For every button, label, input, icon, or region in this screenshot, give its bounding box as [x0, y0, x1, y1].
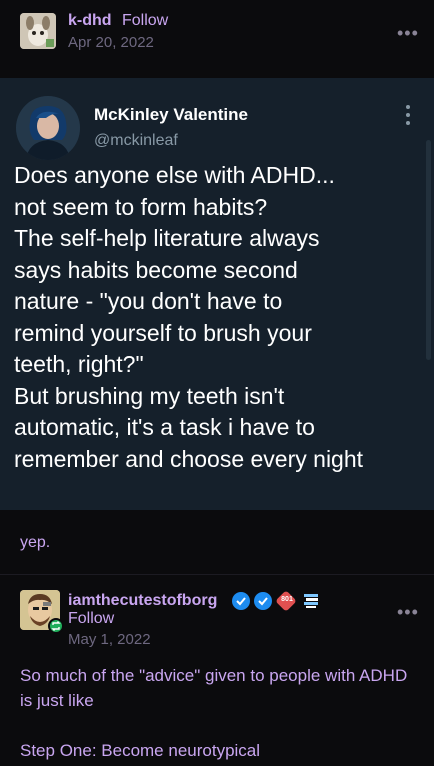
post-header: k-dhd Follow Apr 20, 2022 ••• [0, 0, 434, 78]
reblog-author-name[interactable]: iamthecutestofborg [68, 592, 217, 610]
tweet-line: says habits become second [14, 256, 298, 283]
reblog-paragraph: Step One: Become neurotypical [20, 741, 261, 760]
follow-button[interactable]: Follow [122, 12, 168, 30]
reblog-status-icon [48, 618, 64, 634]
shield-badge-label: 801 [281, 596, 293, 603]
tweet-avatar [16, 96, 80, 160]
reblog-follow-button[interactable]: Follow [68, 610, 114, 628]
tweet-line: remind yourself to brush your [14, 319, 312, 346]
tweet-author-handle: @mckinleaf [94, 132, 178, 149]
reblog-more-options-icon[interactable]: ••• [397, 603, 419, 621]
reblog-date[interactable]: May 1, 2022 [68, 631, 151, 648]
tweet-line: not seem to form habits? [14, 193, 268, 220]
author-name[interactable]: k-dhd [68, 12, 112, 30]
post-date[interactable]: Apr 20, 2022 [68, 34, 154, 51]
verified-badge-icon[interactable] [254, 592, 272, 610]
reblog-paragraph: So much of the "advice" given to people … [20, 666, 408, 710]
tweet-author-name: McKinley Valentine [94, 105, 248, 124]
tweet-line: But brushing my teeth isn't [14, 382, 285, 409]
divider [0, 574, 434, 575]
tweet-line: nature - "you don't have to [14, 288, 283, 314]
tweet-line: automatic, it's a task i have to [14, 414, 315, 440]
tweet-line: remember and choose every night [14, 445, 364, 472]
tweet-line: Does anyone else with ADHD... [14, 162, 335, 188]
tweet-line: teeth, right?" [14, 351, 144, 377]
reblog-comment: yep. [20, 534, 51, 551]
tweet-text: Does anyone else with ADHD... not seem t… [14, 160, 428, 475]
tweet-more-icon [404, 104, 412, 126]
tweet-line: The self-help literature always [14, 225, 320, 251]
flag-badge-icon[interactable] [302, 592, 320, 610]
more-options-icon[interactable]: ••• [397, 24, 419, 42]
verified-badge-icon[interactable] [232, 592, 250, 610]
avatar-kdhd[interactable] [20, 13, 56, 49]
